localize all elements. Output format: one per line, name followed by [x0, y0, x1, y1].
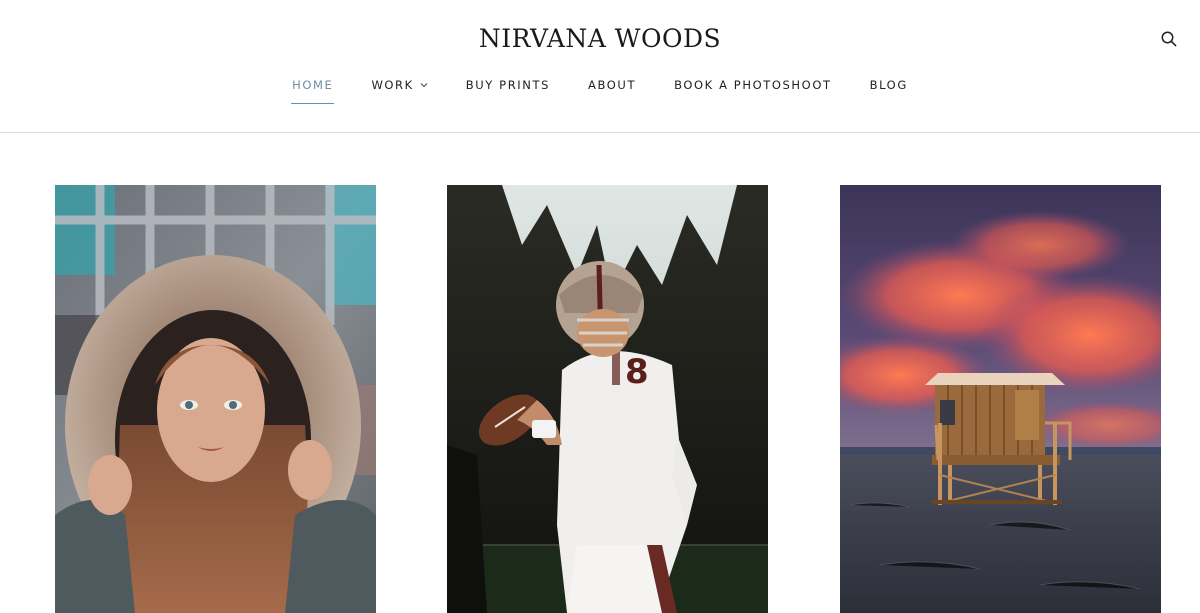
- lifeguard-photo-image: [840, 185, 1161, 613]
- chevron-down-icon: [420, 83, 428, 88]
- nav-item-label: BOOK A PHOTOSHOOT: [674, 78, 832, 92]
- nav-item-label: BLOG: [869, 78, 908, 92]
- nav-item-book-a-photoshoot[interactable]: BOOK A PHOTOSHOOT: [674, 76, 832, 98]
- search-icon: [1161, 31, 1177, 47]
- nav-item-label: HOME: [292, 78, 334, 92]
- nav-item-blog[interactable]: BLOG: [870, 76, 908, 98]
- site-title[interactable]: NIRVANA WOODS: [0, 24, 1200, 53]
- gallery-photo-portrait-woman[interactable]: [55, 185, 376, 613]
- svg-text:8: 8: [625, 352, 649, 392]
- nav-item-label: BUY PRINTS: [465, 78, 551, 92]
- nav-item-label: ABOUT: [588, 78, 637, 92]
- football-photo-image: 8: [447, 185, 768, 613]
- nav-item-home[interactable]: HOME: [291, 76, 335, 104]
- photo-gallery: 8: [0, 185, 1200, 613]
- nav-item-work[interactable]: WORK: [371, 76, 428, 98]
- gallery-photo-lifeguard-hut[interactable]: [840, 185, 1161, 613]
- site-header: NIRVANA WOODS HOME WORK BUY PRINTS ABOUT…: [0, 0, 1200, 133]
- portrait-photo-image: [55, 185, 376, 613]
- main-nav: HOME WORK BUY PRINTS ABOUT BOOK A PHOTOS…: [0, 76, 1200, 104]
- nav-item-buy-prints[interactable]: BUY PRINTS: [466, 76, 550, 98]
- gallery-photo-football-player[interactable]: 8: [447, 185, 768, 613]
- search-button[interactable]: [1160, 30, 1180, 50]
- nav-item-about[interactable]: ABOUT: [588, 76, 636, 98]
- nav-item-label: WORK: [371, 78, 414, 92]
